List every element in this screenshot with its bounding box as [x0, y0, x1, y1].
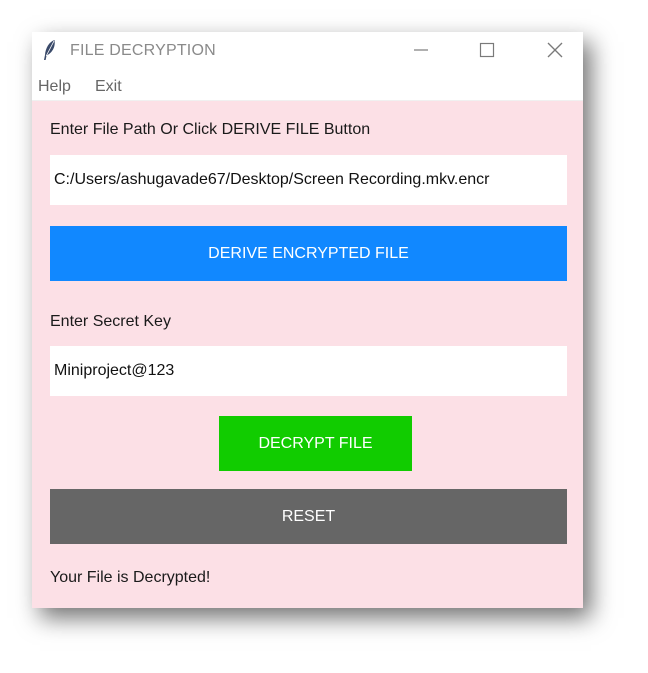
decrypt-file-button[interactable]: DECRYPT FILE [219, 416, 412, 471]
derive-encrypted-file-button[interactable]: DERIVE ENCRYPTED FILE [50, 226, 567, 281]
reset-button[interactable]: RESET [50, 489, 567, 544]
close-button[interactable] [532, 32, 578, 68]
menu-exit[interactable]: Exit [95, 78, 122, 96]
menu-bar: Help Exit [32, 70, 583, 101]
minimize-icon [414, 49, 428, 51]
maximize-icon [479, 42, 495, 58]
close-icon [547, 42, 563, 58]
minimize-button[interactable] [398, 32, 444, 68]
file-path-label: Enter File Path Or Click DERIVE FILE But… [50, 121, 371, 138]
maximize-button[interactable] [464, 32, 510, 68]
file-path-input[interactable] [50, 155, 567, 205]
status-message: Your File is Decrypted! [50, 569, 211, 586]
feather-icon [44, 40, 55, 60]
menu-help[interactable]: Help [38, 78, 71, 96]
secret-key-label: Enter Secret Key [50, 313, 171, 330]
window-title: FILE DECRYPTION [70, 42, 216, 59]
secret-key-input[interactable] [50, 346, 567, 396]
title-bar: FILE DECRYPTION [32, 32, 583, 70]
app-window: FILE DECRYPTION Help Exit Enter File Pat… [32, 32, 583, 608]
